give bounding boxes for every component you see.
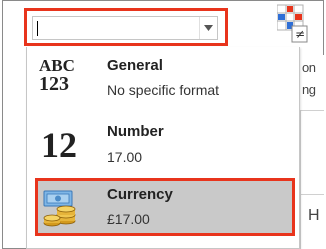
format-sample: £17.00 [107,211,150,227]
123-glyph: 123 [39,73,69,95]
format-sample: No specific format [107,82,220,98]
format-sample: 17.00 [107,149,143,165]
background-text-row2: ng [302,82,316,97]
text-caret [37,21,38,36]
format-dropdown-list: ABC 123 General No specific format 12 Nu… [26,47,300,249]
number-format-input[interactable] [32,16,218,40]
svg-text:≠: ≠ [295,27,305,41]
background-text-row1: on [302,60,316,75]
chevron-down-icon [204,25,213,31]
sheet-gridline-vertical [300,110,301,249]
list-item-number[interactable]: 12 Number 17.00 [27,115,299,175]
currency-icon [43,190,76,227]
list-item-general[interactable]: ABC 123 General No specific format [27,53,299,111]
number-12-icon: 12 [41,125,77,165]
number-format-combo[interactable] [24,8,228,46]
format-title: General [107,57,163,74]
sheet-gridline [300,194,324,195]
format-title: Number [107,123,164,140]
dropdown-button[interactable] [199,17,217,39]
conditional-formatting-icon[interactable]: ≠ [277,4,309,44]
abc-glyph: ABC [39,56,75,75]
sheet-gridline [300,110,324,111]
format-title: Currency [107,186,173,203]
column-header-h: H [308,207,320,224]
abc-123-icon: ABC 123 [39,57,75,94]
list-item-currency[interactable]: Currency £17.00 [35,178,295,236]
